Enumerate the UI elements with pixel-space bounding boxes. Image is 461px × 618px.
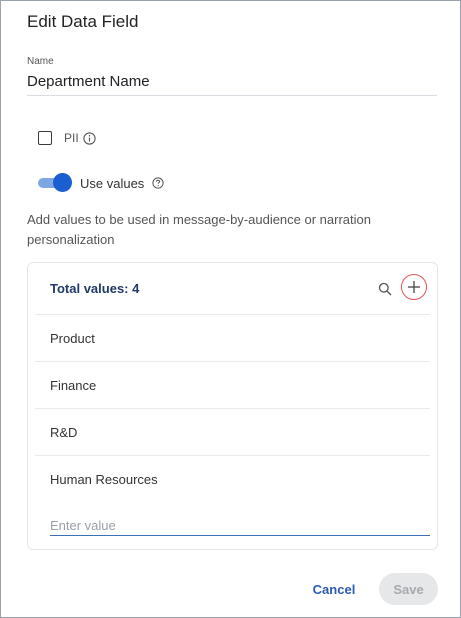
name-field-label: Name xyxy=(27,56,54,67)
values-list: Product Finance R&D Human Resources xyxy=(28,314,437,502)
search-icon[interactable] xyxy=(378,282,392,301)
add-value-button[interactable] xyxy=(401,274,427,300)
pii-checkbox[interactable] xyxy=(38,131,52,145)
use-values-label: Use values xyxy=(80,175,145,191)
info-icon[interactable] xyxy=(83,131,96,145)
list-item[interactable]: Human Resources xyxy=(35,455,430,502)
list-item[interactable]: R&D xyxy=(35,408,430,455)
enter-value-input[interactable] xyxy=(50,515,430,536)
pii-row: PII xyxy=(38,129,96,147)
pii-label: PII xyxy=(64,131,79,145)
total-values-header: Total values: 4 xyxy=(50,281,140,296)
cancel-button[interactable]: Cancel xyxy=(303,574,365,604)
name-field[interactable]: Department Name xyxy=(27,73,437,96)
help-icon[interactable] xyxy=(152,177,164,189)
save-button[interactable]: Save xyxy=(379,573,438,605)
list-item[interactable]: Finance xyxy=(35,361,430,408)
list-item[interactable]: Product xyxy=(35,314,430,361)
toggle-knob xyxy=(53,173,72,192)
plus-icon xyxy=(408,281,420,293)
use-values-row: Use values xyxy=(38,173,164,193)
values-description: Add values to be used in message-by-audi… xyxy=(27,212,371,247)
edit-data-field-dialog: Edit Data Field Name Department Name PII… xyxy=(0,0,461,618)
dialog-title: Edit Data Field xyxy=(27,12,139,31)
values-panel: Total values: 4 Product Finance R&D Huma… xyxy=(27,262,438,550)
use-values-toggle[interactable] xyxy=(38,173,72,193)
